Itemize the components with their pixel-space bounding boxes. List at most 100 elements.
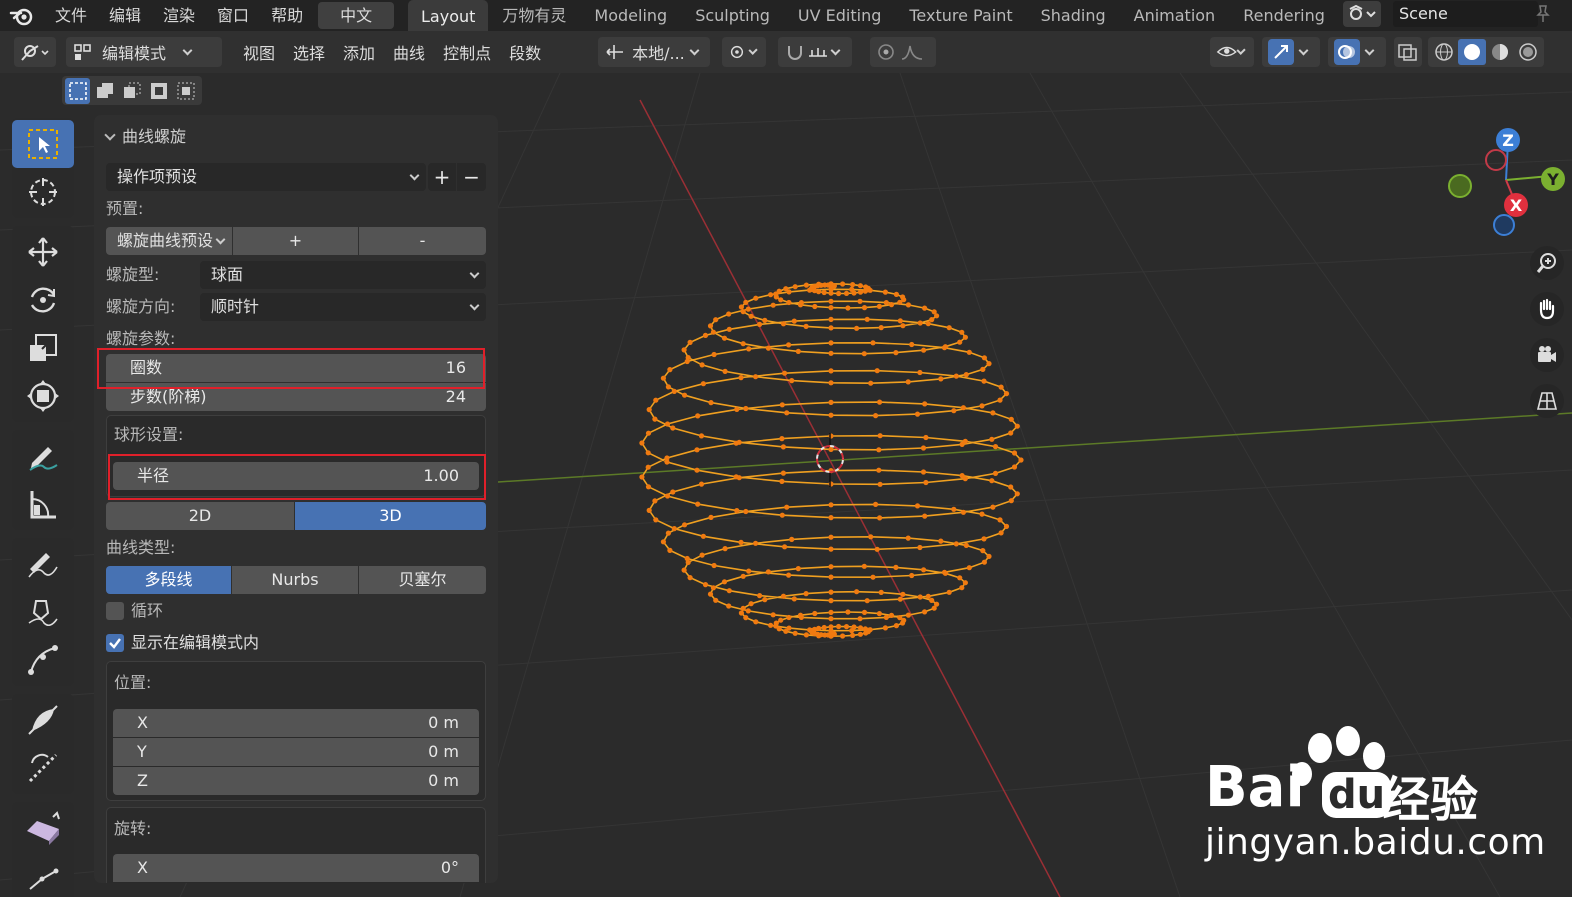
control-point[interactable]: [782, 544, 788, 550]
control-point[interactable]: [757, 593, 763, 599]
control-point[interactable]: [664, 493, 671, 499]
control-point[interactable]: [786, 572, 792, 578]
control-point[interactable]: [1008, 484, 1014, 490]
control-point[interactable]: [876, 611, 883, 617]
control-point[interactable]: [795, 566, 801, 572]
control-point[interactable]: [854, 589, 860, 595]
control-point[interactable]: [876, 303, 883, 309]
control-point[interactable]: [748, 601, 754, 607]
control-point[interactable]: [909, 572, 915, 579]
control-point[interactable]: [878, 325, 884, 331]
control-point[interactable]: [746, 346, 752, 352]
control-point[interactable]: [951, 506, 957, 512]
control-point[interactable]: [803, 591, 809, 597]
menu-segments[interactable]: 段数: [500, 40, 550, 64]
control-point[interactable]: [748, 313, 754, 319]
radius-tool-icon[interactable]: [12, 696, 74, 744]
control-point[interactable]: [762, 597, 768, 603]
control-point[interactable]: [877, 433, 883, 439]
control-point[interactable]: [639, 474, 645, 480]
control-point[interactable]: [780, 321, 787, 327]
control-point[interactable]: [909, 341, 915, 348]
control-point[interactable]: [934, 601, 940, 607]
control-point[interactable]: [849, 286, 855, 292]
control-point[interactable]: [905, 612, 912, 618]
tab-rendering[interactable]: Rendering: [1229, 0, 1339, 31]
rotation-x-field[interactable]: X 0°: [113, 854, 479, 882]
control-point[interactable]: [710, 585, 717, 591]
control-point[interactable]: [780, 444, 787, 450]
control-point[interactable]: [698, 433, 705, 439]
language-switch[interactable]: 中文: [318, 2, 395, 29]
perspective-toggle-icon[interactable]: [1530, 384, 1564, 418]
control-point[interactable]: [1014, 423, 1020, 429]
operator-preset-dropdown[interactable]: 操作项预设: [106, 163, 426, 191]
control-point[interactable]: [989, 436, 995, 442]
control-point[interactable]: [876, 447, 882, 453]
direction-dropdown[interactable]: 顺时针: [200, 293, 486, 321]
control-point[interactable]: [1011, 450, 1018, 456]
extrude-tool-icon[interactable]: [12, 804, 74, 852]
pan-hand-icon[interactable]: [1530, 292, 1564, 326]
control-point[interactable]: [646, 407, 652, 413]
control-point[interactable]: [736, 475, 742, 481]
control-point[interactable]: [861, 609, 868, 616]
navigation-gizmo[interactable]: Z Y X: [1442, 124, 1572, 244]
select-invert-icon[interactable]: [147, 78, 172, 104]
control-point[interactable]: [738, 304, 745, 310]
control-point[interactable]: [721, 579, 728, 585]
control-point[interactable]: [857, 625, 864, 631]
control-point[interactable]: [776, 626, 782, 632]
tab-modeling[interactable]: Modeling: [580, 0, 681, 31]
control-point[interactable]: [938, 376, 944, 382]
control-point[interactable]: [953, 541, 959, 547]
control-point[interactable]: [702, 582, 709, 588]
control-point[interactable]: [877, 515, 883, 521]
control-point[interactable]: [897, 615, 903, 621]
control-point[interactable]: [992, 444, 999, 450]
control-point[interactable]: [713, 597, 719, 603]
neg-z-axis-dot[interactable]: [1493, 214, 1515, 236]
xray-toggle[interactable]: [1394, 37, 1422, 67]
control-point[interactable]: [700, 533, 707, 539]
control-point[interactable]: [828, 630, 834, 637]
control-point[interactable]: [828, 515, 834, 521]
control-point[interactable]: [734, 406, 740, 412]
control-point[interactable]: [780, 593, 787, 599]
control-point[interactable]: [861, 351, 867, 357]
radius-field[interactable]: 半径 1.00: [113, 462, 479, 490]
control-point[interactable]: [843, 624, 850, 630]
control-point[interactable]: [707, 323, 714, 329]
shrink-fatten-tool-icon[interactable]: [12, 744, 74, 792]
control-point[interactable]: [963, 372, 969, 378]
control-point[interactable]: [925, 321, 931, 327]
control-point[interactable]: [986, 361, 992, 367]
control-point[interactable]: [694, 467, 700, 473]
add-preset-button[interactable]: +: [428, 163, 456, 191]
control-point[interactable]: [870, 574, 876, 580]
control-point[interactable]: [726, 603, 732, 609]
control-point[interactable]: [857, 289, 864, 295]
solid-shading-icon[interactable]: [1458, 39, 1486, 65]
control-point[interactable]: [702, 332, 709, 338]
control-point[interactable]: [868, 534, 874, 540]
control-point[interactable]: [786, 289, 792, 295]
control-point[interactable]: [798, 300, 805, 306]
control-point[interactable]: [770, 302, 776, 308]
control-point[interactable]: [653, 397, 659, 403]
control-point[interactable]: [786, 614, 792, 621]
wireframe-shading-icon[interactable]: [1430, 42, 1458, 62]
remove-preset-button[interactable]: −: [457, 163, 486, 191]
move-tool-icon[interactable]: [12, 228, 74, 276]
control-point[interactable]: [923, 434, 929, 441]
control-point[interactable]: [791, 318, 797, 324]
control-point[interactable]: [803, 282, 810, 288]
scene-icon[interactable]: [1343, 1, 1381, 27]
control-point[interactable]: [789, 536, 795, 543]
control-point[interactable]: [922, 305, 928, 311]
control-point[interactable]: [792, 630, 798, 636]
control-point[interactable]: [922, 401, 928, 407]
control-point[interactable]: [681, 567, 687, 573]
control-point[interactable]: [929, 317, 935, 323]
control-point[interactable]: [990, 410, 996, 416]
